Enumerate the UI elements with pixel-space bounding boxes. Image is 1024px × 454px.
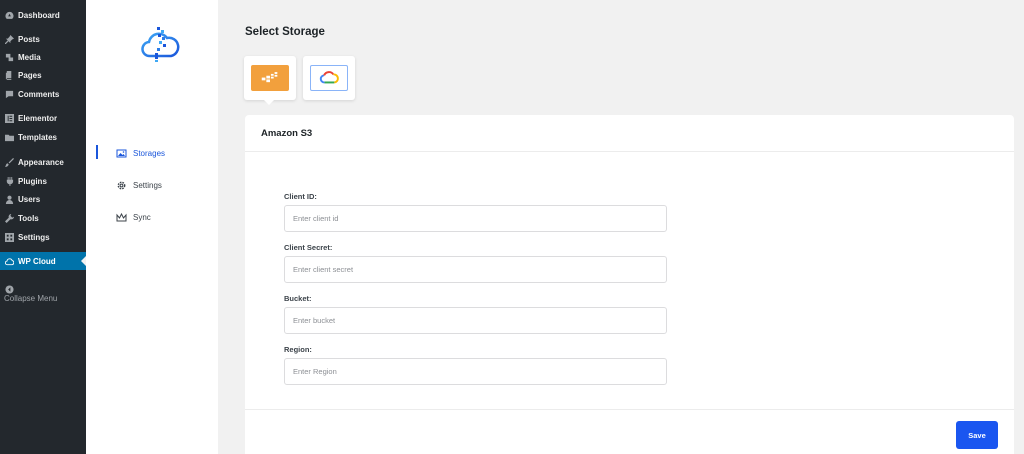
image-icon (115, 147, 127, 159)
wp-menu-templates[interactable]: Templates (0, 128, 86, 146)
wp-menu-label: WP Cloud (18, 256, 56, 266)
pages-icon (4, 70, 14, 80)
nav-item-label: Sync (133, 212, 151, 222)
wp-menu-elementor[interactable]: Elementor (0, 109, 86, 127)
wp-menu-users[interactable]: Users (0, 190, 86, 208)
wp-menu-label: Collapse Menu (4, 293, 58, 303)
comment-icon (4, 89, 14, 99)
wp-menu-dashboard[interactable]: Dashboard (0, 6, 86, 24)
wp-menu-pages[interactable]: Pages (0, 66, 86, 84)
wp-menu-label: Users (18, 194, 41, 204)
bucket-label: Bucket: (284, 294, 312, 303)
folder-icon (4, 132, 14, 142)
card-title: Amazon S3 (261, 128, 313, 139)
wp-menu-comments[interactable]: Comments (0, 85, 86, 103)
nav-item-sync[interactable]: Sync (86, 209, 218, 225)
wp-menu-label: Media (18, 52, 41, 62)
elementor-icon (4, 113, 14, 123)
wp-admin-sidebar: Dashboard Posts Media Pages Comments Ele… (0, 0, 86, 454)
s3-icon (251, 65, 289, 91)
wp-menu-label: Comments (18, 89, 60, 99)
storage-option-amazon-s3[interactable] (244, 56, 296, 105)
wrench-icon (4, 213, 14, 223)
client-id-label: Client ID: (284, 192, 317, 201)
wp-menu-wp-cloud[interactable]: WP Cloud (0, 252, 86, 270)
wp-menu-media[interactable]: Media (0, 48, 86, 66)
dashboard-icon (4, 10, 14, 20)
crown-icon (115, 211, 127, 223)
client-secret-input[interactable] (284, 256, 667, 283)
nav-item-label: Storages (133, 148, 166, 158)
wp-menu-tools[interactable]: Tools (0, 209, 86, 227)
page-title: Select Storage (245, 26, 325, 38)
wp-menu-label: Settings (18, 232, 50, 242)
region-label: Region: (284, 345, 312, 354)
nav-item-label: Settings (133, 180, 162, 190)
wp-menu-label: Tools (18, 213, 39, 223)
settings-icon (4, 232, 14, 242)
wp-menu-label: Plugins (18, 176, 47, 186)
wp-menu-label: Appearance (18, 157, 64, 167)
divider (245, 409, 1014, 410)
plug-icon (4, 176, 14, 186)
wp-menu-posts[interactable]: Posts (0, 30, 86, 48)
user-icon (4, 194, 14, 204)
wp-cloud-logo (138, 24, 180, 64)
media-icon (4, 52, 14, 62)
wp-menu-plugins[interactable]: Plugins (0, 172, 86, 190)
pin-icon (4, 34, 14, 44)
bucket-input[interactable] (284, 307, 667, 334)
wp-menu-label: Pages (18, 70, 42, 80)
cloud-icon (4, 256, 14, 266)
storage-config-card: Amazon S3 Client ID: Client Secret: Buck… (245, 115, 1014, 454)
wp-menu-label: Elementor (18, 113, 58, 123)
nav-item-storages[interactable]: Storages (86, 145, 218, 161)
divider (245, 151, 1014, 152)
wp-menu-label: Dashboard (18, 10, 60, 20)
collapse-icon (4, 284, 14, 294)
wp-menu-label: Templates (18, 132, 57, 142)
client-secret-label: Client Secret: (284, 243, 333, 252)
wp-menu-settings[interactable]: Settings (0, 228, 86, 246)
wp-menu-collapse[interactable]: Collapse Menu (0, 280, 86, 303)
nav-item-settings[interactable]: Settings (86, 177, 218, 193)
main-content: Select Storage Amazon S3 Client ID: Ente… (218, 0, 1024, 454)
wp-menu-label: Posts (18, 34, 40, 44)
plugin-nav: Storages Settings Sync (86, 0, 218, 454)
region-input[interactable] (284, 358, 667, 385)
wp-menu-appearance[interactable]: Appearance (0, 153, 86, 171)
gear-icon (115, 179, 127, 191)
google-cloud-icon (310, 65, 348, 91)
save-button[interactable]: Save (956, 421, 998, 449)
client-id-input[interactable] (284, 205, 667, 232)
brush-icon (4, 157, 14, 167)
storage-option-google-cloud[interactable] (303, 56, 355, 100)
